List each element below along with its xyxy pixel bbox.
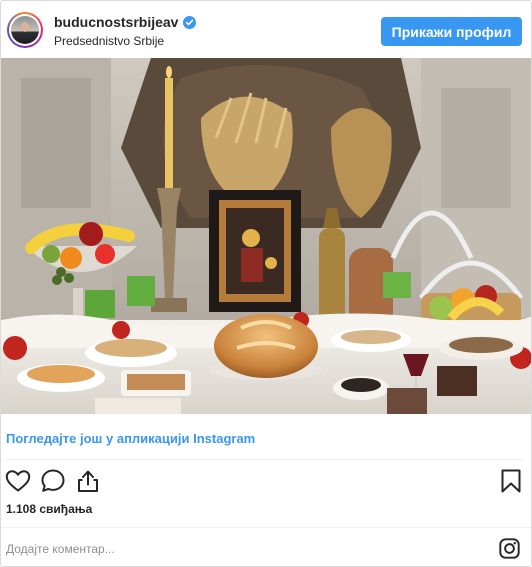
divider — [6, 459, 523, 460]
bookmark-icon[interactable] — [497, 467, 525, 495]
view-more-on-instagram-link[interactable]: Погледајте још у апликацији Instagram — [6, 431, 255, 446]
share-upload-icon[interactable] — [74, 467, 102, 495]
likes-count[interactable]: 1.108 свиђања — [6, 502, 92, 516]
divider — [1, 527, 531, 528]
post-photo[interactable] — [1, 58, 532, 414]
username-row: buducnostsrbijeav — [54, 14, 197, 30]
comment-input[interactable] — [6, 539, 486, 559]
view-profile-button[interactable]: Прикажи профил — [381, 17, 522, 46]
instagram-embed-card: buducnostsrbijeav Predsednistvo Srbije П… — [0, 0, 532, 567]
avatar[interactable] — [7, 12, 43, 48]
speech-bubble-icon[interactable] — [39, 467, 67, 495]
post-header: buducnostsrbijeav Predsednistvo Srbije П… — [1, 1, 531, 58]
heart-outline-icon[interactable] — [4, 467, 32, 495]
instagram-logo-icon[interactable] — [499, 538, 520, 559]
username-link[interactable]: buducnostsrbijeav — [54, 14, 178, 30]
verified-badge-icon — [183, 15, 197, 29]
account-subtitle: Predsednistvo Srbije — [54, 34, 165, 48]
